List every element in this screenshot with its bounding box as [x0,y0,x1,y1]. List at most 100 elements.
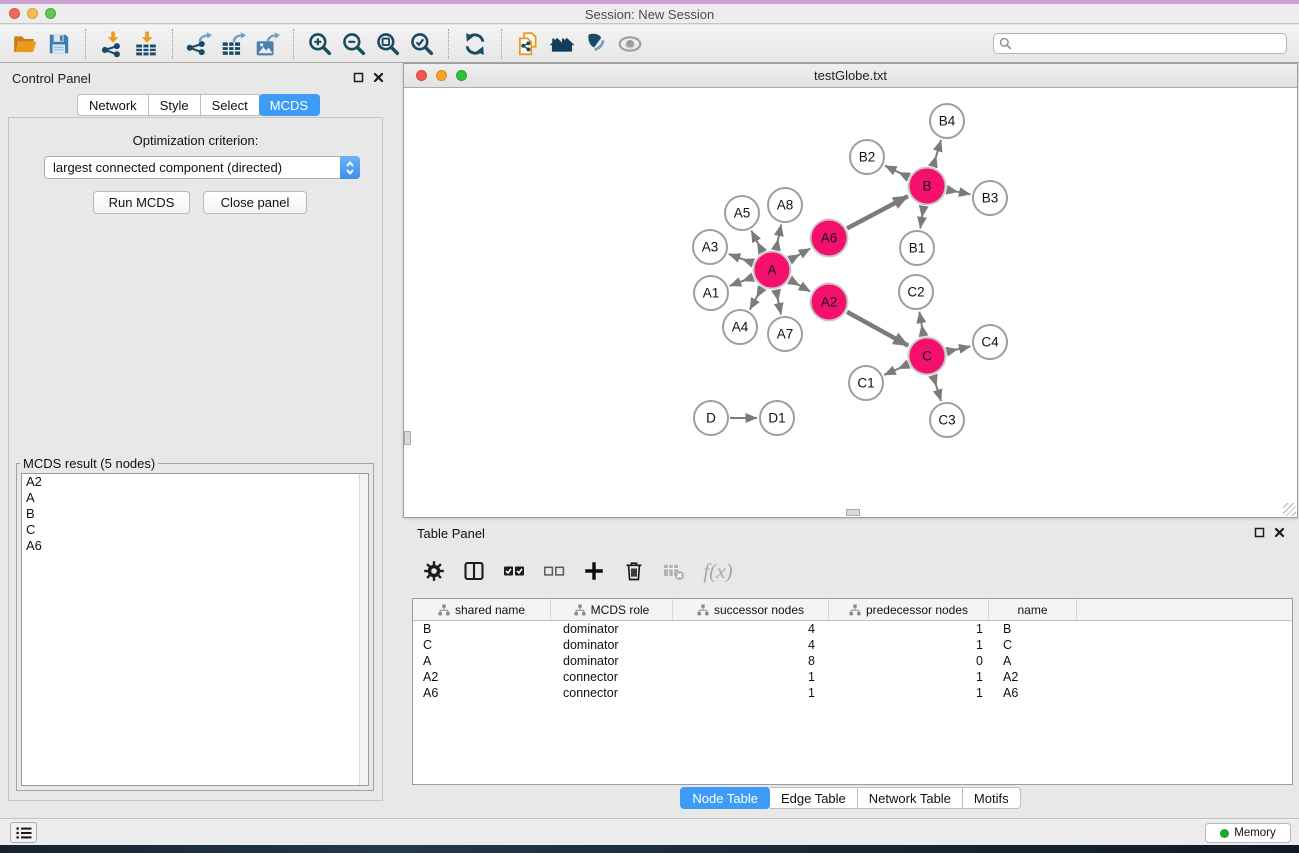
node-A4[interactable]: A4 [723,310,757,344]
node-D1[interactable]: D1 [760,401,794,435]
visibility-button[interactable] [613,28,647,60]
node-A1[interactable]: A1 [694,276,728,310]
network-canvas[interactable]: B4 B2 B B3 A5 A8 A6 B1 A3 A C2 A1 A2 A4 A7 C4 C C1 C3 D D1 [405,89,1296,515]
table-row[interactable]: Bdominator41B [413,621,1292,637]
edge-B-B3[interactable] [947,190,970,195]
edge-A-A5[interactable] [751,231,762,252]
node-A5[interactable]: A5 [725,196,759,230]
node-B2[interactable]: B2 [850,140,884,174]
edge-A-A7[interactable] [776,290,781,314]
node-B1[interactable]: B1 [900,231,934,265]
edge-C-C4[interactable] [947,346,971,351]
search-input[interactable] [1016,36,1286,52]
column-settings-button[interactable] [421,558,447,584]
node-A7[interactable]: A7 [768,317,802,351]
zoom-check-button[interactable] [405,28,439,60]
select-all-rows-button[interactable] [501,558,527,584]
delete-column-button[interactable] [621,558,647,584]
criterion-dropdown[interactable]: largest connected component (directed) [44,156,360,179]
node-C2[interactable]: C2 [899,275,933,309]
tab-network-table[interactable]: Network Table [858,787,963,809]
zoom-out-button[interactable] [337,28,371,60]
column-header-predecessor-nodes[interactable]: predecessor nodes [829,599,989,620]
node-A2[interactable]: A2 [811,284,848,321]
task-history-button[interactable] [10,822,37,843]
node-A[interactable]: A [754,252,791,289]
tab-node-table[interactable]: Node Table [680,787,770,809]
table-row[interactable]: A6connector11A6 [413,685,1292,701]
mcds-result-item[interactable]: C [22,522,368,538]
edge-A-A6[interactable] [790,249,810,261]
node-B3[interactable]: B3 [973,181,1007,215]
import-table-button[interactable] [129,28,163,60]
network-view-window[interactable]: testGlobe.txt B4 B2 B B3 A5 A8 A6 B1 A3 A C2 A1 A2 A4… [403,63,1298,518]
memory-button[interactable]: Memory [1205,823,1291,843]
edge-C-C2[interactable] [919,312,923,336]
network-vertical-scrollbar[interactable] [404,431,411,445]
table-row[interactable]: Cdominator41C [413,637,1292,653]
mcds-result-item[interactable]: A [22,490,368,506]
edge-A-A1[interactable] [730,277,753,286]
float-table-panel-icon[interactable] [1254,527,1265,538]
network-resize-grip[interactable] [1283,503,1296,516]
close-panel-icon[interactable] [373,72,384,83]
mcds-result-scrollbar[interactable] [359,474,368,785]
column-header-shared-name[interactable]: shared name [413,599,551,620]
edge-C-C1[interactable] [884,364,908,375]
export-network-button[interactable] [182,28,216,60]
run-mcds-button[interactable]: Run MCDS [93,191,190,214]
add-column-button[interactable] [581,558,607,584]
column-header-successor-nodes[interactable]: successor nodes [673,599,829,620]
close-panel-button[interactable]: Close panel [203,191,307,214]
column-header-mcds-role[interactable]: MCDS role [551,599,673,620]
mcds-result-item[interactable]: B [22,506,368,522]
tab-network[interactable]: Network [77,94,149,116]
edge-A-A8[interactable] [776,225,781,250]
tab-style[interactable]: Style [149,94,201,116]
node-C1[interactable]: C1 [849,366,883,400]
edge-B-B1[interactable] [920,206,924,228]
export-table-button[interactable] [216,28,250,60]
tab-motifs[interactable]: Motifs [963,787,1021,809]
mcds-result-list[interactable]: A2ABCA6 [21,473,369,786]
node-B[interactable]: B [909,168,946,205]
zoom-in-button[interactable] [303,28,337,60]
export-image-button[interactable] [250,28,284,60]
deselect-all-rows-button[interactable] [541,558,567,584]
node-A6[interactable]: A6 [811,220,848,257]
edge-A2-C[interactable] [847,312,908,346]
tab-edge-table[interactable]: Edge Table [770,787,858,809]
node-B4[interactable]: B4 [930,104,964,138]
import-network-button[interactable] [95,28,129,60]
node-D[interactable]: D [694,401,728,435]
mcds-result-item[interactable]: A2 [22,474,368,490]
zoom-fit-button[interactable] [371,28,405,60]
node-A8[interactable]: A8 [768,188,802,222]
duplicate-network-button[interactable] [511,28,545,60]
network-window-titlebar[interactable]: testGlobe.txt [404,64,1297,88]
float-panel-icon[interactable] [353,72,364,83]
split-panel-button[interactable] [461,558,487,584]
mcds-result-item[interactable]: A6 [22,538,368,554]
tab-mcds[interactable]: MCDS [259,94,320,116]
main-titlebar[interactable]: Session: New Session [0,4,1299,24]
marker-button[interactable] [579,28,613,60]
save-session-button[interactable] [42,28,76,60]
network-horizontal-scrollbar[interactable] [846,509,860,516]
edge-B-B2[interactable] [885,166,909,177]
edge-B-B4[interactable] [933,140,941,166]
home-button[interactable] [545,28,579,60]
column-header-name[interactable]: name [989,599,1077,620]
node-C3[interactable]: C3 [930,403,964,437]
edge-A-A4[interactable] [750,288,762,310]
edge-A-A2[interactable] [790,280,810,292]
tab-select[interactable]: Select [201,94,260,116]
edge-A-A3[interactable] [729,254,753,263]
node-C[interactable]: C [909,338,946,375]
node-A3[interactable]: A3 [693,230,727,264]
search-field[interactable] [993,33,1287,54]
edge-C-C3[interactable] [933,376,941,401]
edge-A6-B[interactable] [847,196,908,228]
table-row[interactable]: A2connector11A2 [413,669,1292,685]
node-C4[interactable]: C4 [973,325,1007,359]
